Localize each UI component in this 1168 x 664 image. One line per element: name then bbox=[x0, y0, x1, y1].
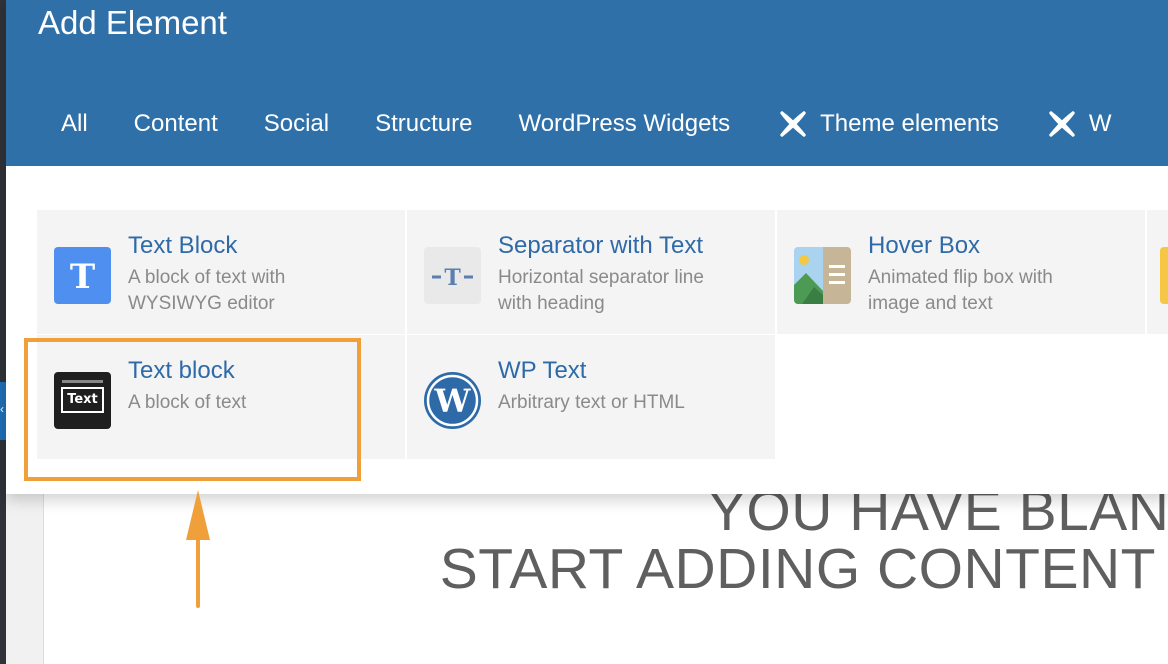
element-description-line: WYSIWYG editor bbox=[128, 293, 275, 314]
element-hover-box[interactable]: Hover Box Animated flip box with image a… bbox=[777, 210, 1145, 334]
tab-label: WordPress Widgets bbox=[518, 110, 731, 137]
tab-label: W bbox=[1088, 110, 1112, 137]
modal-title: Add Element bbox=[38, 4, 227, 41]
tab-w[interactable]: W bbox=[1022, 104, 1135, 144]
element-description-line: image and text bbox=[868, 293, 993, 314]
chevron-left-icon: ‹ bbox=[0, 402, 4, 416]
tab-theme-elements[interactable]: Theme elements bbox=[753, 104, 1022, 144]
separator-t-icon: T bbox=[424, 247, 481, 304]
editor-gutter bbox=[6, 494, 44, 664]
tab-content[interactable]: Content bbox=[111, 104, 241, 144]
theme-x-icon bbox=[1049, 111, 1075, 137]
hover-box-icon bbox=[794, 247, 851, 304]
element-description-line: A block of text with bbox=[128, 267, 286, 288]
highlight-box bbox=[24, 338, 361, 481]
element-wp-text[interactable]: W WP Text Arbitrary text or HTML bbox=[407, 335, 775, 459]
category-tabs: All Content Social Structure WordPress W… bbox=[6, 104, 1135, 144]
element-title: Separator with Text bbox=[498, 232, 703, 259]
element-title: WP Text bbox=[498, 357, 587, 384]
element-description: A block of text with WYSIWYG editor bbox=[128, 265, 285, 317]
tab-label: Social bbox=[263, 110, 330, 137]
empty-page-subheading: START ADDING CONTENT bbox=[439, 537, 1156, 601]
element-separator-with-text[interactable]: T Separator with Text Horizontal separat… bbox=[407, 210, 775, 334]
tab-label: Theme elements bbox=[820, 110, 999, 137]
tab-social[interactable]: Social bbox=[241, 104, 352, 144]
wordpress-icon: W bbox=[424, 372, 481, 429]
theme-x-icon bbox=[780, 111, 806, 137]
tab-label: Content bbox=[133, 110, 218, 137]
element-text-block[interactable]: T Text Block A block of text with WYSIWY… bbox=[37, 210, 405, 334]
element-title: Hover Box bbox=[868, 232, 981, 259]
tab-structure[interactable]: Structure bbox=[352, 104, 495, 144]
tab-label: Structure bbox=[375, 110, 473, 137]
element-description-line: with heading bbox=[498, 293, 605, 314]
element-description-line: Horizontal separator line bbox=[498, 267, 704, 288]
text-t-icon: T bbox=[54, 247, 111, 304]
element-description: Animated flip box with image and text bbox=[868, 265, 1053, 317]
element-partial-card[interactable] bbox=[1147, 210, 1168, 334]
svg-text:T: T bbox=[444, 265, 461, 291]
element-description-line: Arbitrary text or HTML bbox=[498, 392, 685, 413]
modal-header: Add Element All Content Social Structure… bbox=[6, 0, 1168, 166]
element-description-line: Animated flip box with bbox=[868, 267, 1053, 288]
svg-text:W: W bbox=[434, 382, 472, 420]
tab-label: All bbox=[61, 110, 88, 137]
partial-element-icon bbox=[1160, 247, 1168, 304]
element-title: Text Block bbox=[128, 232, 238, 259]
arrow-up-icon bbox=[186, 490, 210, 608]
element-description: Arbitrary text or HTML bbox=[498, 390, 685, 416]
tab-all[interactable]: All bbox=[6, 104, 111, 144]
tab-wordpress-widgets[interactable]: WordPress Widgets bbox=[495, 104, 753, 144]
element-description: Horizontal separator line with heading bbox=[498, 265, 704, 317]
svg-text:T: T bbox=[70, 257, 95, 297]
